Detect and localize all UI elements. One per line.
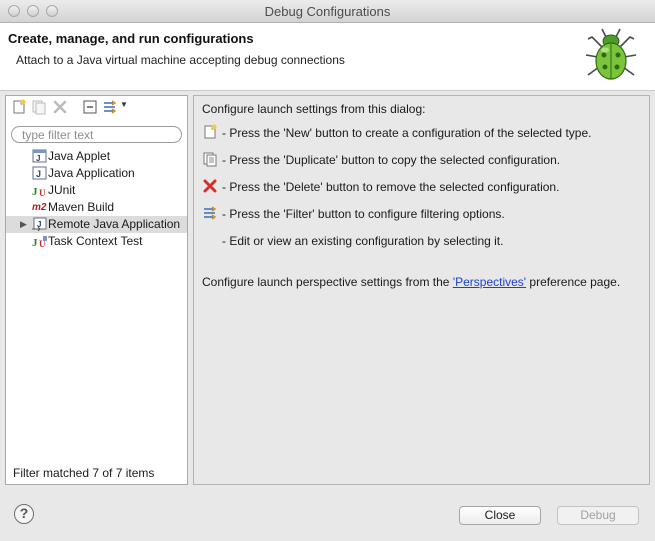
tree-item-java-applet[interactable]: J Java Applet <box>6 148 187 165</box>
expand-arrow-icon[interactable]: ▶ <box>20 216 27 233</box>
svg-text:J: J <box>32 186 38 198</box>
maven-m2-icon: m2 <box>32 202 47 213</box>
junit-icon: J U <box>32 186 46 198</box>
svg-text:J: J <box>36 154 40 163</box>
perspective-line: Configure launch perspective settings fr… <box>202 275 621 289</box>
java-applet-icon: J <box>32 149 47 163</box>
collapse-all-icon[interactable] <box>82 99 98 115</box>
filter-input[interactable] <box>11 126 182 143</box>
filter-icon <box>204 206 217 220</box>
close-button[interactable]: Close <box>459 506 541 525</box>
svg-text:J: J <box>36 169 41 179</box>
launch-info-panel: Configure launch settings from this dial… <box>193 95 650 485</box>
filter-status: Filter matched 7 of 7 items <box>13 466 155 480</box>
delete-icon[interactable] <box>52 99 68 115</box>
configuration-list-panel: ▼ J Java Applet J Java Application J U J… <box>5 95 188 485</box>
tree-item-task-context-test[interactable]: J U Task Context Test <box>6 233 187 250</box>
duplicate-icon[interactable] <box>31 99 47 115</box>
title-bar: Debug Configurations <box>0 0 655 23</box>
debug-bug-icon <box>585 28 637 80</box>
task-context-test-icon: J U <box>32 236 47 249</box>
svg-text:U: U <box>39 188 46 198</box>
help-button[interactable]: ? <box>14 504 34 524</box>
svg-text:J: J <box>32 237 38 249</box>
tree-item-java-application[interactable]: J Java Application <box>6 165 187 182</box>
filter-dropdown-chevron-icon[interactable]: ▼ <box>120 100 128 109</box>
debug-button[interactable]: Debug <box>557 506 639 525</box>
header-subtitle: Attach to a Java virtual machine accepti… <box>16 53 345 67</box>
filter-icon[interactable] <box>102 99 118 115</box>
dialog-header: Create, manage, and run configurations A… <box>0 23 655 91</box>
window-title: Debug Configurations <box>264 4 391 19</box>
duplicate-icon <box>203 152 217 167</box>
perspectives-link[interactable]: 'Perspectives' <box>453 275 526 289</box>
configuration-toolbar: ▼ <box>6 96 187 118</box>
remote-java-icon: J <box>32 217 47 232</box>
delete-icon <box>203 179 217 193</box>
java-application-icon: J <box>32 166 47 180</box>
new-config-icon <box>204 124 217 139</box>
tree-item-junit[interactable]: J U JUnit <box>6 182 187 199</box>
configuration-tree: J Java Applet J Java Application J U JUn… <box>6 148 187 250</box>
tree-item-remote-java-application[interactable]: ▶ J Remote Java Application <box>6 216 187 233</box>
tree-item-maven-build[interactable]: m2 Maven Build <box>6 199 187 216</box>
intro-text: Configure launch settings from this dial… <box>202 102 426 116</box>
new-config-icon[interactable] <box>11 99 27 115</box>
header-title: Create, manage, and run configurations <box>8 31 254 46</box>
